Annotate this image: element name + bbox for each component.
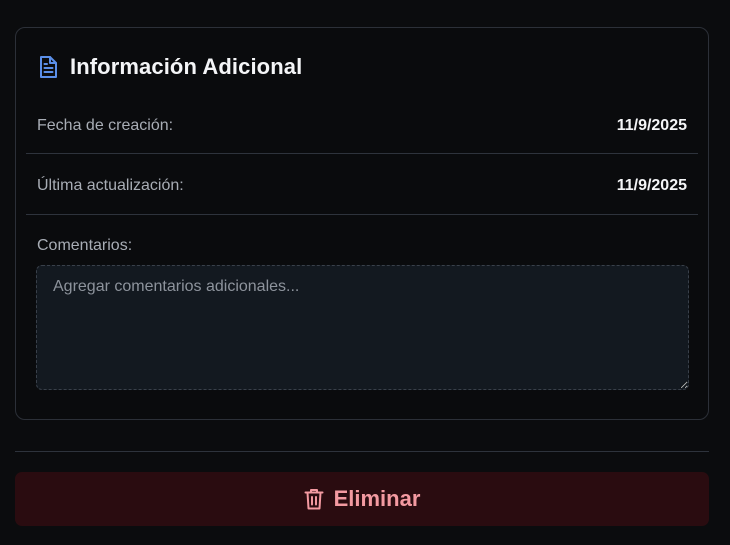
creation-date-row: Fecha de creación: 11/9/2025 [26, 106, 698, 146]
trash-icon [304, 487, 326, 511]
last-update-label: Última actualización: [37, 177, 184, 194]
card-header: Información Adicional [38, 54, 302, 80]
section-separator [15, 451, 709, 452]
additional-info-card: Información Adicional Fecha de creación:… [15, 27, 709, 420]
page-root: Información Adicional Fecha de creación:… [0, 0, 730, 545]
delete-label: Eliminar [333, 486, 421, 511]
divider [26, 214, 698, 215]
creation-date-label: Fecha de creación: [37, 117, 174, 134]
comments-label: Comentarios: [37, 237, 133, 254]
document-icon [38, 55, 60, 79]
delete-button[interactable]: Eliminar [15, 472, 709, 526]
divider [26, 153, 698, 154]
card-title: Información Adicional [70, 54, 303, 79]
last-update-row: Última actualización: 11/9/2025 [26, 166, 698, 206]
comments-textarea[interactable] [36, 265, 689, 390]
last-update-value: 11/9/2025 [616, 177, 687, 194]
creation-date-value: 11/9/2025 [616, 117, 687, 134]
